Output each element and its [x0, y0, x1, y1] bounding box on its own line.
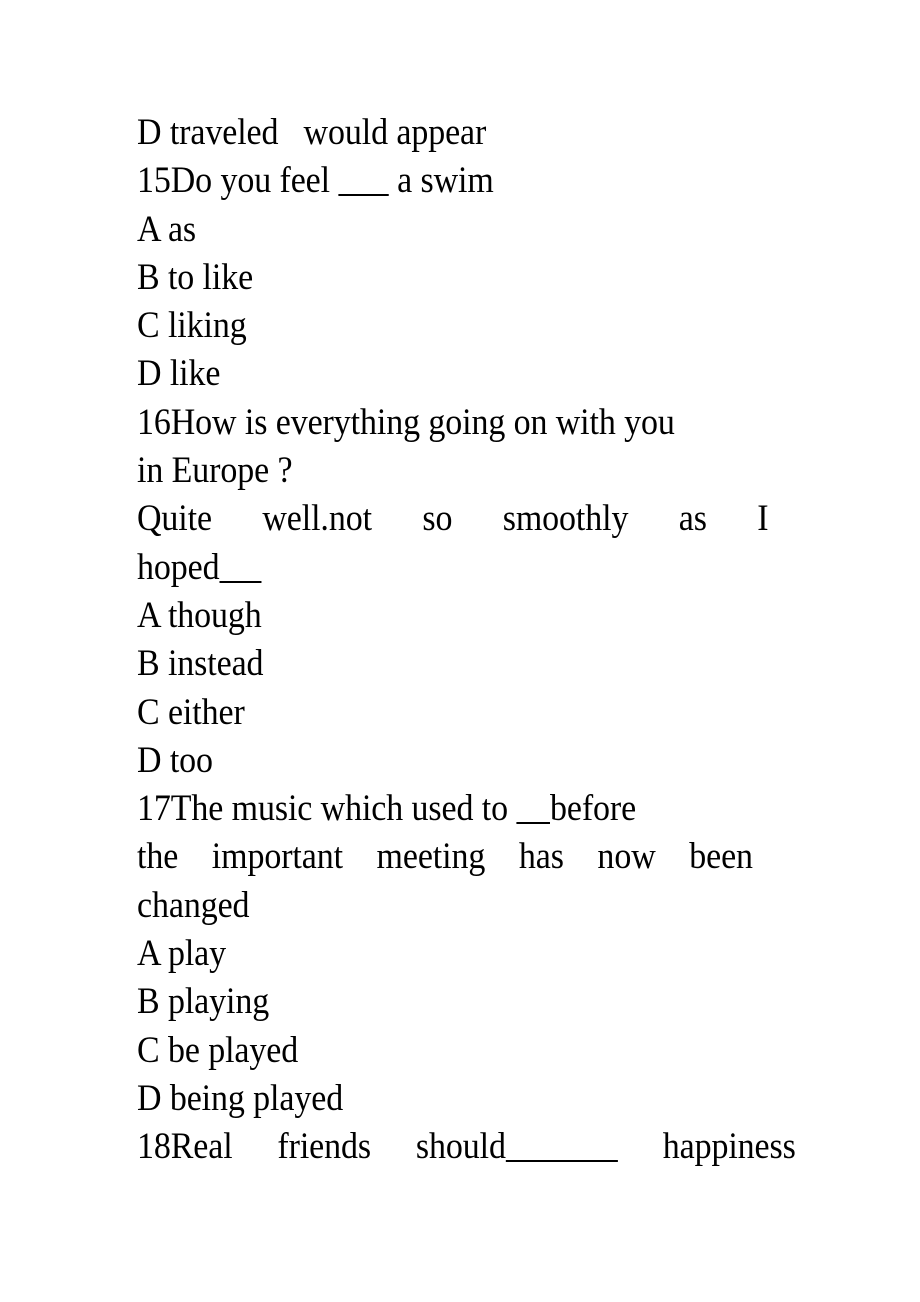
answer-blank — [338, 159, 388, 200]
question-15-stem: 15Do you feel a swim — [137, 159, 494, 201]
question-17-stem-line-1: 17The music which used to before — [137, 787, 637, 829]
text-line-prev-option-d: D traveled would appear — [137, 111, 487, 152]
question-18-stem: 18Real friends should happiness — [137, 1125, 796, 1167]
question-15-option-d: D like — [137, 352, 221, 394]
question-17-option-a: A play — [137, 932, 227, 974]
question-16-option-d: D too — [137, 738, 213, 780]
question-15-option-c: C liking — [137, 304, 247, 346]
document-page: D traveled would appear 15Do you feel a … — [0, 0, 920, 1302]
question-17-option-d: D being played — [137, 1076, 344, 1118]
text-column: D traveled would appear 15Do you feel a … — [137, 108, 796, 1171]
answer-blank — [219, 546, 261, 587]
question-16-option-b: B instead — [137, 642, 264, 684]
question-17-stem-line-3: changed — [137, 883, 250, 925]
question-16-option-a: A though — [137, 593, 262, 635]
question-17-stem-line-2: the important meeting has now been — [137, 835, 753, 877]
question-17-option-c: C be played — [137, 1028, 299, 1070]
question-16-response-line-2: hoped — [137, 543, 738, 591]
question-15-option-b: B to like — [137, 255, 254, 297]
question-15-option-a: A as — [137, 207, 197, 249]
question-17-option-b: B playing — [137, 980, 270, 1022]
answer-blank — [516, 787, 550, 828]
question-16-response-line-1: Quite well.not so smoothly as I — [137, 497, 769, 539]
question-16-stem-line-1: 16How is everything going on with you — [137, 400, 675, 442]
question-16-stem-line-2: in Europe ? — [137, 449, 293, 491]
answer-blank — [506, 1125, 618, 1166]
question-16-option-c: C either — [137, 690, 245, 732]
